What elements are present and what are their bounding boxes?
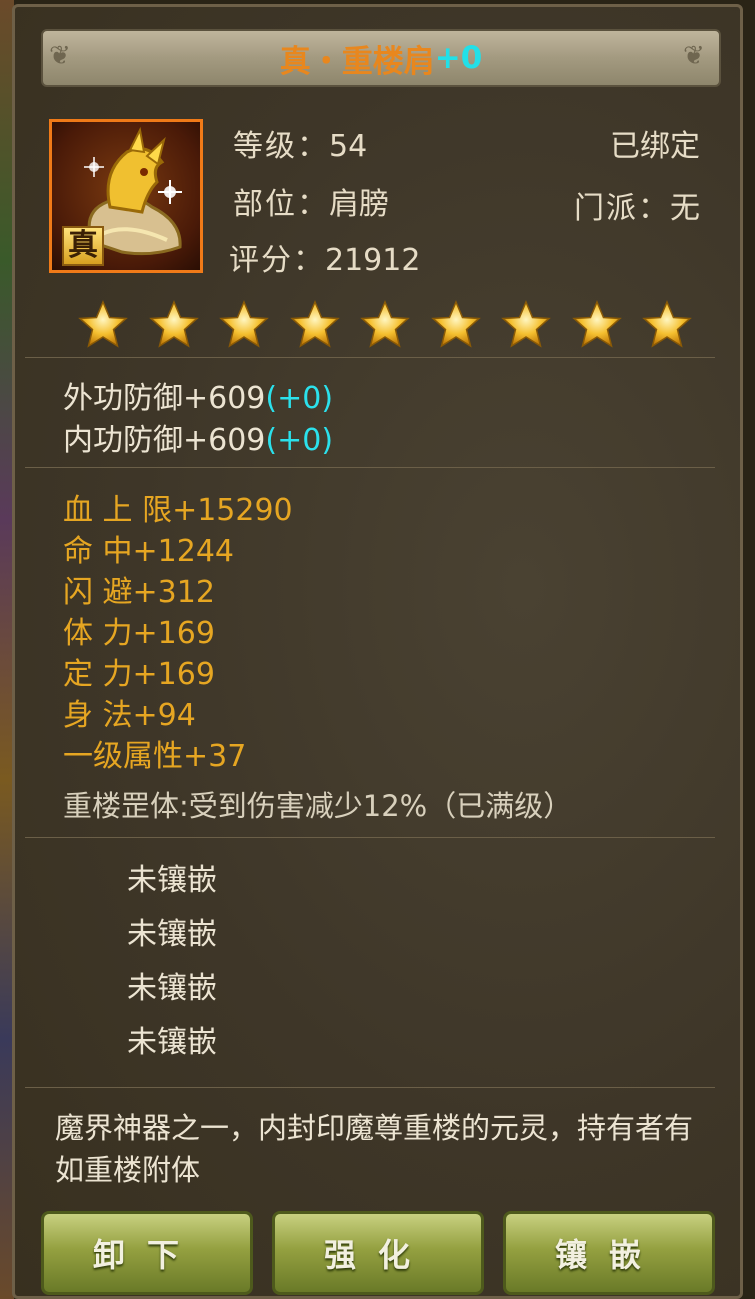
extra-stat-row: 体 力+169: [63, 616, 215, 651]
gem-slot[interactable]: 未镶嵌: [127, 1017, 217, 1061]
extra-stat-row: 一级属性+37: [63, 739, 247, 774]
gem-slot[interactable]: 未镶嵌: [127, 855, 217, 899]
slot-value: 肩膀: [329, 187, 389, 222]
star-icon: [501, 300, 551, 348]
star-icon: [219, 300, 269, 348]
level-row: 等级：54: [233, 121, 367, 165]
star-icon: [430, 300, 481, 348]
divider: [25, 837, 715, 838]
bound-status: 已绑定: [610, 129, 700, 164]
enhance-button[interactable]: 强化: [272, 1211, 484, 1295]
sect-row: 门派：无: [574, 183, 700, 227]
unequip-button[interactable]: 卸下: [41, 1211, 253, 1295]
scroll-ornament-icon: ❦: [683, 41, 705, 71]
item-name: 真・重楼肩: [279, 43, 435, 80]
set-effect: 重楼罡体:受到伤害减少12%（已满级）: [63, 789, 573, 823]
star-icon: [78, 300, 128, 348]
score-value: 21912: [325, 243, 421, 278]
extra-stat-row: 身 法+94: [63, 698, 196, 733]
slot-row: 部位：肩膀: [233, 179, 389, 223]
divider: [25, 357, 715, 358]
extra-stat-row: 血 上 限+15290: [63, 493, 293, 528]
score-label: 评分：: [229, 243, 325, 278]
item-icon-frame[interactable]: 真: [49, 119, 203, 273]
base-stat-text: 内功防御+609: [63, 423, 266, 458]
item-description: 魔界神器之一，内封印魔尊重楼的元灵，持有者有如重楼附体: [55, 1111, 694, 1187]
divider: [25, 467, 715, 468]
sect-value: 无: [670, 191, 700, 226]
star-rating: [77, 299, 697, 353]
gem-slot[interactable]: 未镶嵌: [127, 963, 217, 1007]
level-label: 等级：: [233, 129, 329, 164]
star-icon: [571, 300, 622, 348]
item-enhance-level: +0: [434, 40, 483, 76]
item-tooltip-panel: ❦ 真・重楼肩 +0 ❦ 真 等级：54 已绑定 部位：肩膀 门派：无 评分：2…: [12, 4, 743, 1299]
score-row: 评分：21912: [229, 235, 420, 279]
divider: [25, 1087, 715, 1088]
inlay-button[interactable]: 镶嵌: [503, 1211, 715, 1295]
sect-label: 门派：: [574, 191, 670, 226]
base-stat-bonus: (+0): [265, 423, 334, 458]
gem-slot[interactable]: 未镶嵌: [127, 909, 217, 953]
item-title-bar: ❦ 真・重楼肩 +0 ❦: [41, 29, 721, 87]
scroll-ornament-icon: ❦: [49, 41, 71, 71]
star-icon: [360, 300, 410, 348]
extra-stat-row: 定 力+169: [63, 657, 215, 692]
base-stat-bonus: (+0): [265, 381, 334, 416]
star-icon: [289, 300, 340, 348]
extra-stat-row: 命 中+1244: [63, 534, 235, 569]
slot-label: 部位：: [233, 187, 329, 222]
extra-stat-row: 闪 避+312: [63, 575, 215, 610]
star-icon: [148, 300, 199, 348]
star-icon: [642, 300, 692, 348]
level-value: 54: [329, 129, 368, 164]
base-stat-text: 外功防御+609: [63, 381, 266, 416]
base-stat-row: 外功防御+609(+0): [63, 373, 333, 417]
tier-badge: 真: [62, 226, 104, 266]
base-stat-row: 内功防御+609(+0): [63, 415, 333, 459]
